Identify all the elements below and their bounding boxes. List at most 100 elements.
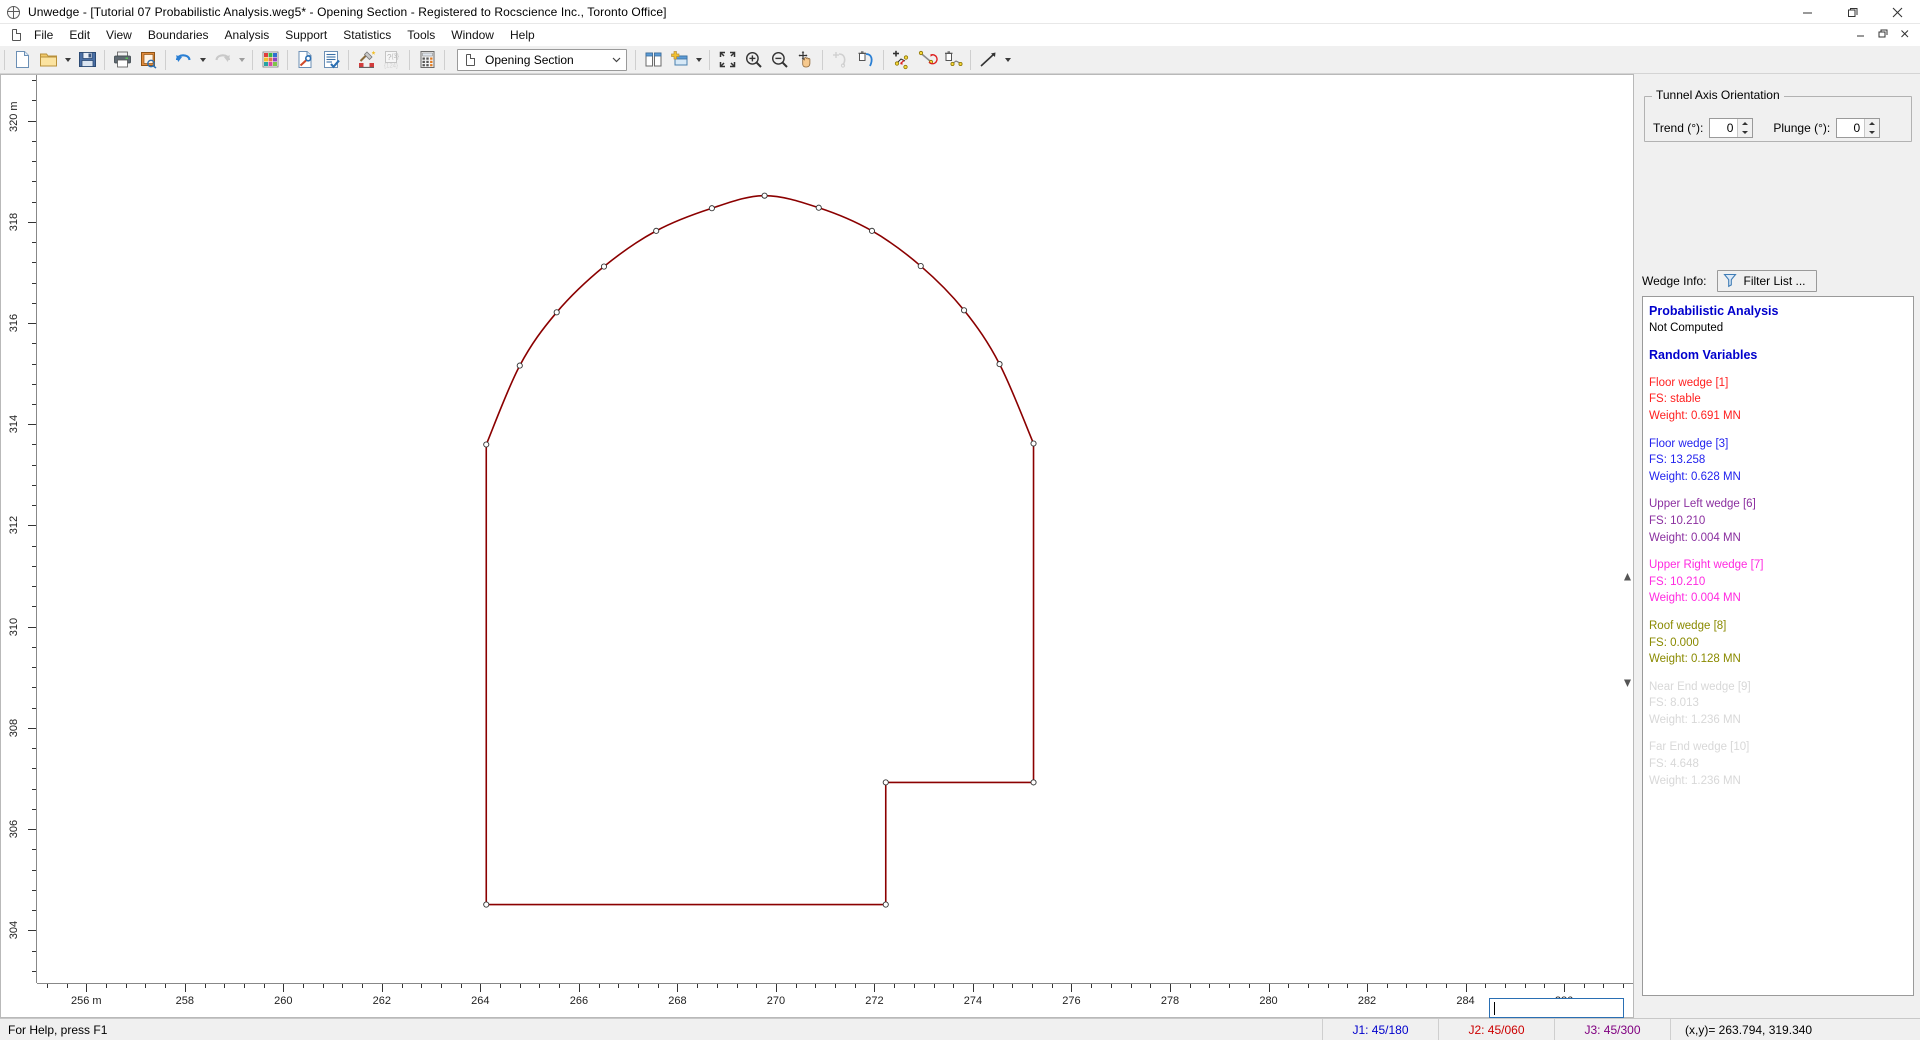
- wedge-info-list[interactable]: Probabilistic Analysis Not Computed Random…: [1642, 296, 1914, 996]
- move-vertex-button[interactable]: [914, 48, 940, 72]
- plunge-spinner[interactable]: 0: [1836, 118, 1881, 138]
- command-input[interactable]: [1489, 998, 1624, 1018]
- menu-item-edit[interactable]: Edit: [61, 25, 98, 45]
- open-folder-button[interactable]: [35, 48, 61, 72]
- add-arc-button[interactable]: [827, 48, 853, 72]
- toolbar-separator: [4, 49, 5, 70]
- menu-item-statistics[interactable]: Statistics: [335, 25, 399, 45]
- menu-item-help[interactable]: Help: [502, 25, 543, 45]
- add-vertex-button[interactable]: [888, 48, 914, 72]
- add-view-button[interactable]: [666, 48, 692, 72]
- pan-hand-button[interactable]: [792, 48, 818, 72]
- info-viewer-button[interactable]: ? {3} {124}: [379, 48, 405, 72]
- y-axis-tick: [32, 181, 36, 183]
- draw-line-button[interactable]: [975, 48, 1001, 72]
- calculator-button[interactable]: [414, 48, 440, 72]
- add-view-dropdown[interactable]: [692, 48, 705, 72]
- joint-properties-button[interactable]: [257, 48, 283, 72]
- menu-item-file[interactable]: File: [26, 25, 61, 45]
- open-folder-dropdown[interactable]: [61, 48, 74, 72]
- mdi-close-button[interactable]: [1894, 25, 1916, 43]
- draw-line-dropdown[interactable]: [1001, 48, 1014, 72]
- boundary-vertex[interactable]: [483, 901, 490, 908]
- window-controls: [1785, 0, 1920, 24]
- boundary-vertex[interactable]: [882, 779, 889, 786]
- boundary-vertex[interactable]: [917, 262, 924, 270]
- scroll-up-marker[interactable]: [1623, 569, 1632, 587]
- undo-dropdown[interactable]: [196, 48, 209, 72]
- plunge-value[interactable]: 0: [1837, 121, 1864, 135]
- x-axis-tick: [657, 984, 659, 988]
- boundary-vertex[interactable]: [1030, 440, 1037, 447]
- menu-item-window[interactable]: Window: [443, 25, 502, 45]
- delete-vertex-button[interactable]: [940, 48, 966, 72]
- input-data-button[interactable]: [318, 48, 344, 72]
- trend-spinner[interactable]: 0: [1709, 118, 1754, 138]
- minimize-button[interactable]: [1785, 0, 1830, 24]
- menu-item-view[interactable]: View: [98, 25, 140, 45]
- save-file-button[interactable]: [74, 48, 100, 72]
- zoom-out-button[interactable]: [766, 48, 792, 72]
- close-button[interactable]: [1875, 0, 1920, 24]
- wedge-info-spacer: [1649, 425, 1913, 436]
- boundary-vertex[interactable]: [653, 227, 660, 234]
- boundary-vertex[interactable]: [516, 362, 523, 369]
- opening-boundary-path[interactable]: [485, 194, 1035, 906]
- boundary-vertex[interactable]: [483, 441, 490, 448]
- delete-arc-button[interactable]: [853, 48, 879, 72]
- trend-spin-down[interactable]: [1738, 128, 1753, 137]
- print-button[interactable]: [109, 48, 135, 72]
- filter-list-button[interactable]: Filter List ...: [1716, 270, 1817, 292]
- x-axis-tick-label: 278: [1160, 995, 1180, 1007]
- boundary-vertex[interactable]: [1030, 779, 1037, 786]
- scroll-down-marker[interactable]: [1623, 675, 1632, 693]
- boundary-vertex[interactable]: [553, 309, 560, 316]
- zoom-in-button[interactable]: [740, 48, 766, 72]
- boundary-vertex[interactable]: [961, 307, 968, 314]
- plunge-spin-up[interactable]: [1865, 119, 1880, 128]
- window-title: Unwedge - [Tutorial 07 Probabilistic Ana…: [28, 4, 667, 19]
- compute-button[interactable]: [353, 48, 379, 72]
- opening-section-view[interactable]: 304 306 308 310 312 314 316 318 320 m 256 m 258 26…: [0, 74, 1634, 1018]
- redo-dropdown[interactable]: [235, 48, 248, 72]
- x-axis-tick: [86, 984, 88, 992]
- menu-item-support[interactable]: Support: [277, 25, 335, 45]
- x-axis-tick: [1623, 984, 1625, 988]
- trend-spin-up[interactable]: [1738, 119, 1753, 128]
- trend-value[interactable]: 0: [1710, 121, 1737, 135]
- boundary-vertex[interactable]: [868, 227, 876, 234]
- wedge-info-spacer: [1649, 485, 1913, 496]
- menu-item-analysis[interactable]: Analysis: [217, 25, 278, 45]
- new-file-button[interactable]: [9, 48, 35, 72]
- status-coordinates: (x,y)= 263.794, 319.340: [1670, 1018, 1920, 1040]
- boundary-vertex[interactable]: [600, 263, 608, 270]
- maximize-button[interactable]: [1830, 0, 1875, 24]
- boundary-vertex[interactable]: [815, 204, 822, 211]
- boundary-vertex[interactable]: [708, 205, 715, 212]
- x-axis-tick: [1445, 984, 1447, 988]
- x-axis-tick: [165, 984, 167, 988]
- chevron-down-icon[interactable]: [606, 54, 626, 65]
- x-axis-tick: [854, 984, 856, 988]
- mdi-restore-button[interactable]: [1872, 25, 1894, 43]
- boundary-vertex[interactable]: [996, 361, 1003, 368]
- redo-button[interactable]: [209, 48, 235, 72]
- menu-item-tools[interactable]: Tools: [399, 25, 443, 45]
- zoom-all-button[interactable]: [714, 48, 740, 72]
- plunge-spin-down[interactable]: [1865, 128, 1880, 137]
- project-settings-button[interactable]: [292, 48, 318, 72]
- plot-surface[interactable]: [38, 75, 1633, 983]
- wedge-info-line: Upper Right wedge [7]: [1649, 559, 1764, 572]
- undo-button[interactable]: [170, 48, 196, 72]
- tile-windows-button[interactable]: [640, 48, 666, 72]
- boundary-vertex[interactable]: [761, 192, 768, 199]
- x-axis-tick: [1051, 984, 1053, 988]
- boundary-vertex[interactable]: [882, 901, 889, 908]
- mdi-minimize-button[interactable]: [1850, 25, 1872, 43]
- print-preview-button[interactable]: [135, 48, 161, 72]
- x-axis-tick: [992, 984, 994, 988]
- wedge-info-line: Weight: 0.628 MN: [1649, 470, 1741, 483]
- y-axis-ruler: 304 306 308 310 312 314 316 318 320 m: [1, 75, 37, 992]
- view-selector[interactable]: Opening Section: [457, 48, 627, 71]
- menu-item-boundaries[interactable]: Boundaries: [140, 25, 217, 45]
